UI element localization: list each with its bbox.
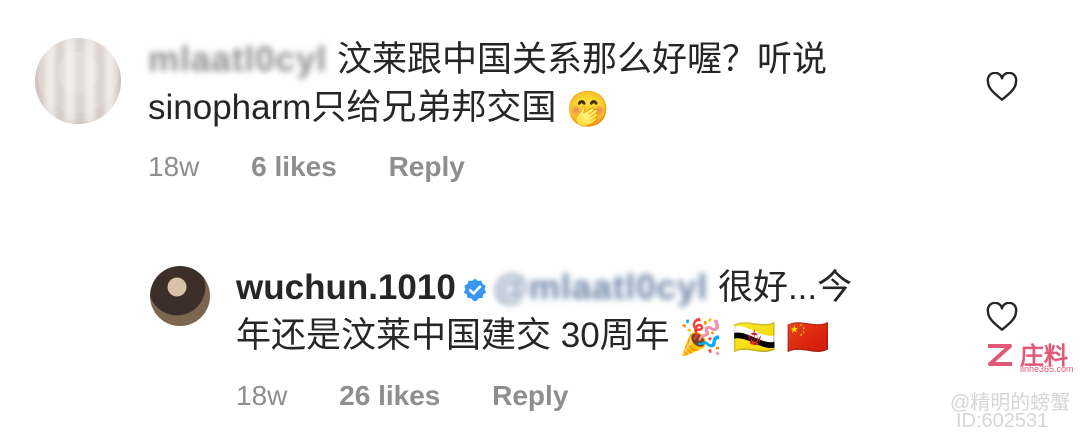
comment-2-line-2: 年还是汶莱中国建交 30周年 🎉 🇧🇳 🇨🇳 [236, 312, 916, 362]
party-popper-emoji-icon: 🎉 [679, 317, 723, 357]
comment-2-meta: 18w 26 likes Reply [236, 380, 568, 412]
watermark-logo-icon [988, 344, 1012, 366]
comment-2-mention[interactable]: @mlaatl0cyl [494, 264, 708, 312]
comment-1-line-1: mlaatl0cyl 汶莱跟中国关系那么好喔？听说 [148, 36, 928, 84]
comment-1-meta: 18w 6 likes Reply [148, 151, 465, 183]
wuchun-avatar[interactable] [150, 266, 210, 326]
comment-2-time[interactable]: 18w [236, 380, 287, 411]
comment-2-reply-button[interactable]: Reply [492, 380, 568, 411]
verified-badge-icon [463, 278, 486, 301]
hand-over-mouth-emoji-icon: 🤭 [566, 89, 610, 129]
heart-outline-icon[interactable] [986, 72, 1018, 102]
comment-1-body: mlaatl0cyl 汶莱跟中国关系那么好喔？听说 sinopharm只给兄弟邦… [148, 36, 928, 134]
watermark-id: ID:602531 [956, 410, 1049, 432]
comment-2-body: wuchun.1010 @mlaatl0cyl 很好...今 年还是汶莱中国建交… [236, 264, 916, 362]
comment-2-line-1: wuchun.1010 @mlaatl0cyl 很好...今 [236, 264, 916, 312]
commenter-avatar[interactable] [35, 38, 121, 124]
comment-1-line-2: sinopharm只给兄弟邦交国 🤭 [148, 84, 928, 134]
comment-2-text-line-2: 年还是汶莱中国建交 30周年 [236, 316, 670, 355]
comment-2-likes[interactable]: 26 likes [339, 380, 440, 411]
comment-1-reply-button[interactable]: Reply [389, 151, 465, 182]
watermark-site: linhe365.com [1020, 364, 1074, 374]
comment-2-username[interactable]: wuchun.1010 [236, 268, 456, 307]
avatar-blur-overlay [35, 38, 121, 124]
brunei-flag-emoji-icon: 🇧🇳 [732, 317, 777, 357]
comment-2-text-line-1: 很好...今 [717, 268, 853, 307]
comment-1-time[interactable]: 18w [148, 151, 199, 182]
heart-outline-icon[interactable] [986, 302, 1018, 332]
china-flag-emoji-icon: 🇨🇳 [786, 317, 830, 357]
comment-1-text-line-1: 汶莱跟中国关系那么好喔？听说 [337, 40, 828, 79]
comment-1-text-line-2: sinopharm只给兄弟邦交国 [148, 88, 557, 127]
comment-1-username[interactable]: mlaatl0cyl [148, 36, 327, 84]
comment-1-likes[interactable]: 6 likes [251, 151, 337, 182]
